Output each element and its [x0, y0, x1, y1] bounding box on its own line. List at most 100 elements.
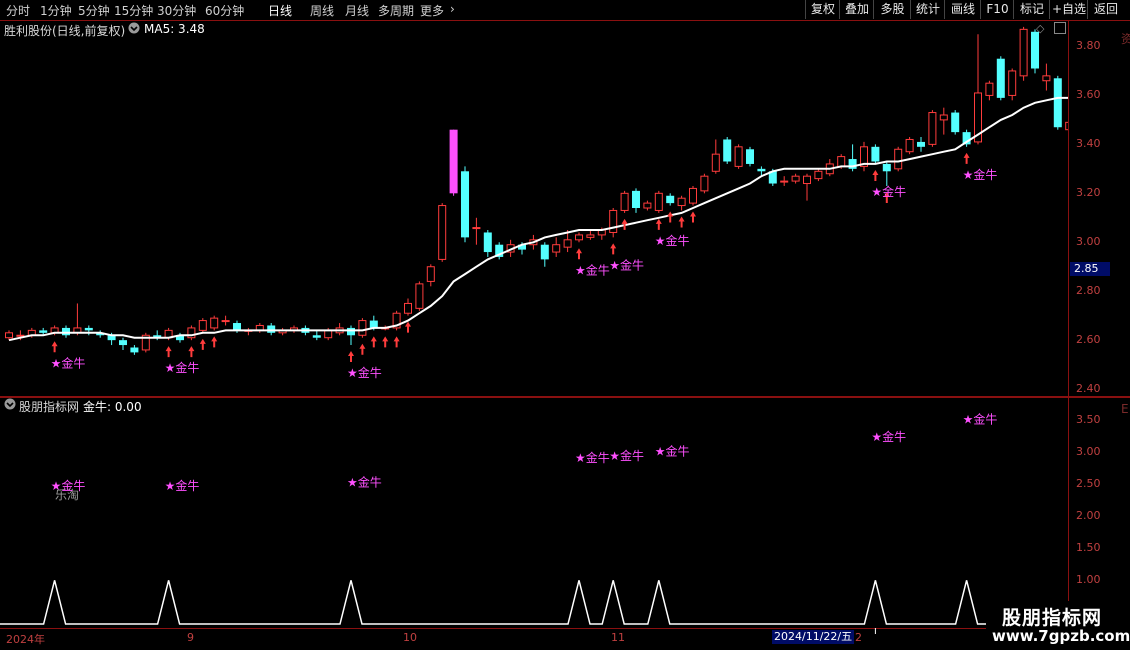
candle-body: [780, 180, 789, 183]
watermark-url: www.7gpzb.com: [992, 627, 1130, 645]
candle-body: [5, 332, 13, 339]
candle-body: [575, 234, 583, 241]
gold-bull-label-sub: ★金牛: [51, 478, 86, 493]
candle-body: [472, 227, 481, 230]
sub-y-tick: 2.50: [1076, 476, 1101, 490]
gold-bull-label-main: ★金牛: [871, 184, 906, 199]
y-axis-line: [1068, 20, 1069, 630]
buy-arrow-icon: [370, 336, 377, 348]
ma5-line: [8, 96, 1068, 342]
candle-body: [837, 156, 846, 167]
sub-y-tick: 3.50: [1076, 412, 1101, 426]
buy-arrow-icon: [382, 336, 389, 348]
candle-body: [210, 317, 219, 329]
gold-bull-label-sub: ★金牛: [609, 448, 644, 463]
buy-arrow-icon: [393, 336, 400, 348]
gold-bull-label-main: ★金牛: [575, 262, 610, 277]
candle-body: [791, 175, 800, 182]
main-y-tick: 3.20: [1076, 186, 1101, 200]
buy-arrow-icon: [51, 341, 58, 353]
sub-y-tick: 2.00: [1076, 509, 1101, 523]
candle-body: [552, 244, 561, 253]
candle-body: [324, 329, 333, 339]
candle-body: [723, 139, 732, 162]
buy-arrow-icon: [690, 211, 696, 223]
gold-bull-label-main: ★金牛: [165, 360, 200, 375]
gold-bull-label-main: ★金牛: [963, 167, 998, 182]
kline-chart[interactable]: ★金牛 ★金牛 ★金牛★金牛 ★金牛★金牛★金牛★金牛★金牛 ★金牛 ★金牛★金牛 ★金牛 ★…: [0, 0, 1068, 650]
gold-bull-label-sub: ★金牛: [165, 478, 200, 493]
gold-bull-label-main: ★金牛: [655, 233, 690, 248]
main-y-tick: 3.60: [1076, 88, 1101, 102]
gold-bull-label-sub: ★金牛: [963, 411, 998, 426]
side-panel-edge[interactable]: 资: [1121, 30, 1130, 47]
candle-body: [905, 138, 914, 153]
candle-body: [689, 187, 697, 204]
candle-body: [939, 114, 948, 121]
candle-body: [1053, 78, 1062, 128]
candle-body: [666, 195, 675, 204]
gold-bull-label-sub: ★金牛: [655, 444, 690, 459]
gold-bull-label-main: ★金牛: [347, 365, 382, 380]
candle-body: [917, 141, 925, 147]
gold-bull-label-sub: ★金牛: [347, 474, 382, 489]
candle-body: [871, 146, 880, 162]
candle-body: [996, 58, 1005, 98]
candle-body: [62, 327, 70, 336]
buy-arrow-icon: [359, 343, 366, 355]
candle-body: [1019, 28, 1028, 77]
candle-body: [404, 302, 412, 314]
candle-body: [654, 192, 663, 211]
buy-arrow-icon: [872, 169, 879, 181]
buy-arrow-icon: [199, 338, 206, 350]
candle-body: [312, 335, 321, 338]
gold-bull-label-main: ★金牛: [609, 257, 644, 272]
candle-body: [1008, 70, 1017, 96]
toolbar-button-8[interactable]: 返回: [1087, 0, 1124, 19]
candle-body: [814, 170, 823, 180]
candle-body: [426, 266, 435, 282]
candle-body: [39, 330, 48, 333]
candle-body: [449, 129, 458, 194]
gold-bull-label-sub: ★金牛: [575, 450, 610, 465]
candle-body: [233, 323, 241, 331]
watermark-title: 股朋指标网: [1002, 607, 1103, 629]
buy-arrow-icon: [188, 346, 195, 358]
buy-arrow-icon: [678, 216, 685, 228]
candle-body: [894, 148, 903, 170]
candle-body: [461, 171, 469, 238]
candle-body: [347, 327, 355, 336]
main-y-tick: 3.80: [1076, 39, 1101, 53]
candle-body: [928, 112, 937, 145]
buy-arrow-icon: [610, 243, 617, 255]
gold-bull-label-sub: ★金牛: [871, 429, 906, 444]
candle-body: [369, 320, 378, 328]
candle-body: [483, 232, 492, 253]
candle-body: [746, 149, 754, 164]
candle-body: [677, 197, 686, 207]
candle-body: [803, 175, 811, 185]
sub-y-tick: 1.50: [1076, 541, 1101, 555]
candle-body: [130, 347, 139, 353]
buy-arrow-icon: [655, 218, 662, 230]
main-y-tick: 2.40: [1076, 382, 1101, 396]
buy-arrow-icon: [211, 336, 218, 348]
main-y-tick: 3.00: [1076, 235, 1101, 249]
current-price-tag: 2.85: [1070, 262, 1110, 276]
candle-body: [643, 202, 652, 209]
candle-body: [734, 146, 743, 167]
buy-arrow-icon: [576, 248, 582, 260]
main-y-tick: 2.80: [1076, 284, 1101, 298]
candle-body: [1065, 121, 1068, 131]
main-y-tick: 2.60: [1076, 333, 1101, 347]
gold-bull-label-main: ★金牛: [51, 355, 86, 370]
candle-body: [563, 239, 572, 248]
candle-body: [415, 283, 424, 309]
side-panel-edge-2[interactable]: E: [1121, 402, 1129, 416]
candle-body: [951, 112, 960, 133]
candle-body: [198, 320, 207, 331]
buy-arrow-icon: [165, 346, 172, 358]
candle-body: [84, 327, 93, 331]
candle-body: [586, 234, 595, 238]
candle-body: [757, 168, 766, 172]
